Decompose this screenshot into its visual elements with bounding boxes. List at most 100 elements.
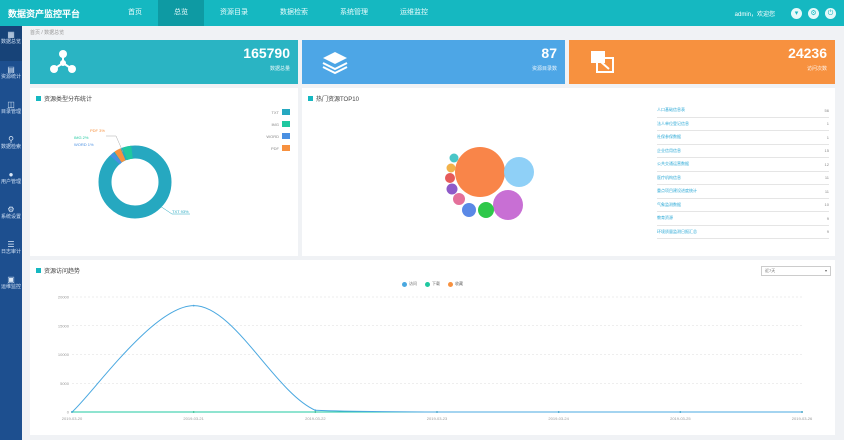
resource-name: 公共交通运营数据 bbox=[657, 161, 689, 167]
data-point[interactable] bbox=[71, 411, 73, 413]
bubble bbox=[455, 147, 505, 197]
resource-name: 环境质量监测日报汇总 bbox=[657, 228, 697, 234]
donut-ring-txt bbox=[98, 145, 172, 219]
layers-icon bbox=[322, 52, 348, 75]
chevron-down-icon[interactable]: ▾ bbox=[791, 7, 802, 19]
resource-count: 56 bbox=[824, 107, 829, 113]
legend-item[interactable]: IMG bbox=[266, 118, 290, 130]
log-icon: ☰ bbox=[7, 240, 15, 249]
list-item[interactable]: 社保参保数据 1 bbox=[657, 131, 829, 145]
bubble bbox=[449, 153, 459, 163]
list-item[interactable]: 气象监测数据 10 bbox=[657, 199, 829, 212]
resource-name: 教育资源 bbox=[657, 215, 673, 221]
list-item[interactable]: 法人单位登记信息 1 bbox=[657, 118, 829, 131]
list-item[interactable]: 环境质量监测日报汇总 9 bbox=[657, 226, 829, 239]
nav-item-overview[interactable]: 总览 bbox=[158, 0, 204, 26]
donut-chart bbox=[98, 135, 190, 219]
sidebar-item-monitor[interactable]: ▣ 运维监控 bbox=[0, 271, 22, 306]
bubble-chart bbox=[445, 147, 534, 220]
top-right-tools: admin，欢迎您 ▾ ⚙ ⏻ bbox=[735, 0, 836, 26]
sidebar-item-settings[interactable]: ⚙ 系统设置 bbox=[0, 201, 22, 236]
data-point[interactable] bbox=[192, 304, 195, 307]
sidebar-item-logs[interactable]: ☰ 日志审计 bbox=[0, 236, 22, 271]
list-item[interactable]: 重点项目建设进度统计 11 bbox=[657, 185, 829, 199]
share-icon bbox=[50, 50, 76, 73]
sidebar-item-label: 用户管理 bbox=[0, 179, 21, 185]
y-tick-label: 20000 bbox=[58, 295, 70, 300]
top-resources-panel: 热门资源TOP10 人口基础信息表 56 法人单位登记信息 1 社保参保数据 1 企业… bbox=[302, 88, 835, 256]
sidebar-item-users[interactable]: ● 用户管理 bbox=[0, 166, 22, 201]
stat-value: 24236 bbox=[788, 45, 827, 61]
sidebar-item-label: 运维监控 bbox=[0, 284, 21, 290]
data-point[interactable] bbox=[557, 411, 560, 413]
access-trend-panel: 资源访问趋势 近7天 ▾ 访问 下载 收藏 20000 15000 10000 5000… bbox=[30, 260, 835, 435]
sidebar-item-label: 资源统计 bbox=[0, 74, 21, 80]
resource-name: 社保参保数据 bbox=[657, 134, 681, 140]
legend-item[interactable]: PDF bbox=[266, 142, 290, 154]
data-point[interactable] bbox=[192, 411, 195, 413]
x-tick-label: 2019-03-21 bbox=[183, 416, 204, 421]
x-tick-label: 2019-03-26 bbox=[792, 416, 813, 421]
monitor-icon: ▣ bbox=[7, 275, 15, 284]
bubble bbox=[462, 203, 476, 217]
nav-item-catalog[interactable]: 资源目录 bbox=[204, 0, 264, 26]
sidebar-item-label: 数据总览 bbox=[0, 39, 21, 45]
top-resources-list: 人口基础信息表 56 法人单位登记信息 1 社保参保数据 1 企业信用信息 15 公共交… bbox=[657, 104, 829, 239]
data-point[interactable] bbox=[436, 411, 438, 413]
resource-name: 气象监测数据 bbox=[657, 201, 681, 207]
donut-label-img: IMG 2% bbox=[74, 135, 89, 140]
bubble bbox=[446, 163, 456, 173]
folder-icon: ◫ bbox=[7, 100, 15, 109]
nav-item-search[interactable]: 数据检索 bbox=[264, 0, 324, 26]
legend-label: WORD bbox=[266, 133, 279, 139]
chart-icon: ▤ bbox=[7, 65, 15, 74]
stat-value: 87 bbox=[541, 45, 557, 61]
legend-label: IMG bbox=[271, 121, 279, 127]
sidebar-item-catalog[interactable]: ◫ 目录管理 bbox=[0, 96, 22, 131]
nav-item-home[interactable]: 首页 bbox=[112, 0, 158, 26]
resource-count: 9 bbox=[826, 229, 829, 235]
list-item[interactable]: 企业信用信息 15 bbox=[657, 145, 829, 158]
y-tick-label: 0 bbox=[67, 410, 70, 415]
x-tick-label: 2019-03-22 bbox=[305, 416, 326, 421]
resource-count: 1 bbox=[826, 121, 829, 127]
bubble bbox=[445, 173, 455, 183]
top-bar: 数据资产监控平台 首页 总览 资源目录 数据检索 系统管理 运维监控 admin… bbox=[0, 0, 844, 26]
donut-legend: TXT IMG WORD PDF bbox=[266, 106, 290, 154]
resource-count: 12 bbox=[824, 161, 829, 167]
resource-name: 医疗机构信息 bbox=[657, 174, 681, 180]
settings-icon[interactable]: ⚙ bbox=[808, 7, 819, 19]
data-point[interactable] bbox=[314, 411, 317, 413]
y-tick-label: 15000 bbox=[58, 323, 70, 328]
list-item[interactable]: 人口基础信息表 56 bbox=[657, 104, 829, 118]
list-item[interactable]: 教育资源 9 bbox=[657, 212, 829, 226]
sidebar: ▦ 数据总览 ▤ 资源统计 ◫ 目录管理 ⚲ 数据检索 ● 用户管理 ⚙ 系统设置 ☰ 日志审… bbox=[0, 26, 22, 440]
bubble bbox=[504, 157, 534, 187]
user-greeting[interactable]: admin，欢迎您 bbox=[735, 9, 775, 18]
sidebar-item-search[interactable]: ⚲ 数据检索 bbox=[0, 131, 22, 166]
data-point[interactable] bbox=[314, 409, 317, 412]
bubble bbox=[478, 202, 494, 218]
resource-name: 企业信用信息 bbox=[657, 147, 681, 153]
sidebar-item-overview[interactable]: ▦ 数据总览 bbox=[0, 26, 22, 61]
user-icon: ● bbox=[8, 170, 14, 179]
list-item[interactable]: 医疗机构信息 11 bbox=[657, 172, 829, 185]
data-point[interactable] bbox=[679, 411, 682, 413]
nav-item-monitor[interactable]: 运维监控 bbox=[384, 0, 444, 26]
bubble bbox=[446, 183, 458, 195]
stat-label: 资源目录数 bbox=[531, 66, 557, 72]
legend-item[interactable]: TXT bbox=[266, 106, 290, 118]
legend-item[interactable]: WORD bbox=[266, 130, 290, 142]
stat-value: 165790 bbox=[243, 45, 290, 61]
nav-item-system[interactable]: 系统管理 bbox=[324, 0, 384, 26]
list-item[interactable]: 公共交通运营数据 12 bbox=[657, 158, 829, 172]
x-tick-label: 2019-03-24 bbox=[548, 416, 569, 421]
data-point[interactable] bbox=[801, 411, 803, 413]
trend-line-chart: 20000 15000 10000 5000 02019-03-20 2019-03-21… bbox=[58, 295, 813, 422]
power-icon[interactable]: ⏻ bbox=[825, 7, 836, 19]
sidebar-item-label: 日志审计 bbox=[0, 249, 21, 255]
bubble bbox=[493, 190, 523, 220]
main-nav: 首页 总览 资源目录 数据检索 系统管理 运维监控 bbox=[112, 0, 444, 26]
sidebar-item-stats[interactable]: ▤ 资源统计 bbox=[0, 61, 22, 96]
resource-name: 人口基础信息表 bbox=[657, 107, 685, 113]
